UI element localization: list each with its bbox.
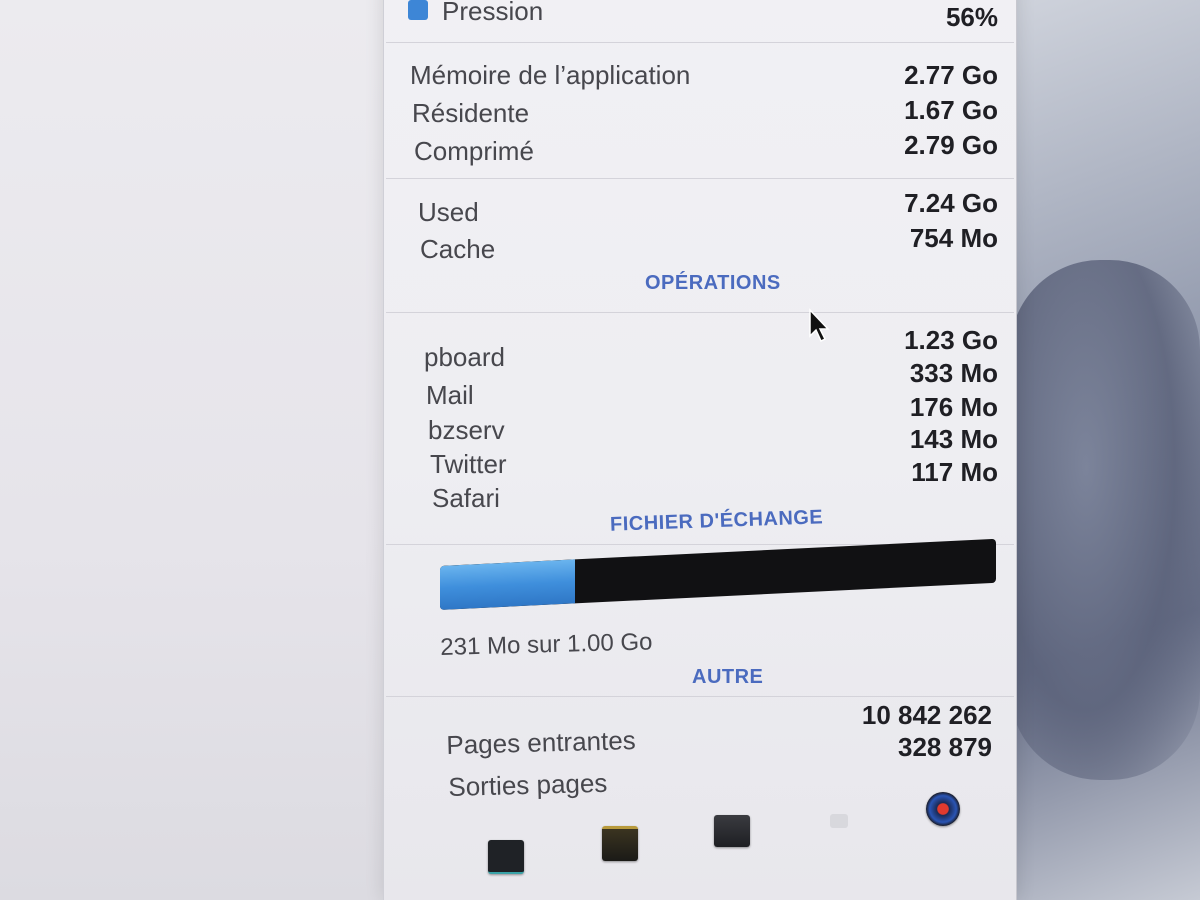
- process-name: Safari: [432, 483, 500, 513]
- pressure-label: Pression: [442, 0, 544, 26]
- background-reflection: [1010, 260, 1200, 780]
- other-section-title: AUTRE: [692, 666, 764, 688]
- process-name: bzserv: [428, 415, 505, 445]
- used-value: 7.24 Go: [904, 188, 998, 218]
- memory-compressed-value: 2.79 Go: [904, 130, 998, 160]
- memory-app-label: Mémoire de l’application: [410, 60, 691, 90]
- divider: [386, 42, 1014, 43]
- process-memory: 333 Mo: [909, 358, 998, 388]
- divider: [386, 696, 1014, 697]
- swap-usage-fill: [440, 559, 576, 610]
- process-memory: 143 Mo: [909, 424, 998, 454]
- pageins-label: Pages entrantes: [446, 725, 637, 760]
- used-label: Used: [418, 197, 479, 227]
- memory-resident-value: 1.67 Go: [904, 95, 998, 125]
- swap-usage-caption: 231 Mo sur 1.00 Go: [440, 628, 653, 661]
- pressure-value: 56%: [945, 2, 998, 32]
- process-name: Mail: [426, 380, 474, 410]
- pageouts-value: 328 879: [898, 732, 992, 762]
- memory-compressed-label: Comprimé: [414, 136, 534, 166]
- divider: [386, 312, 1014, 313]
- process-memory: 117 Mo: [911, 457, 998, 487]
- cache-value: 754 Mo: [909, 223, 998, 253]
- memory-resident-label: Résidente: [412, 98, 530, 128]
- process-memory: 1.23 Go: [904, 325, 998, 355]
- terminal-icon[interactable]: [714, 815, 750, 847]
- desktop-background-left: [0, 0, 385, 900]
- activity-log-icon[interactable]: [602, 826, 638, 861]
- activity-monitor-icon[interactable]: [926, 792, 960, 826]
- pageins-value: 10 842 262: [861, 700, 992, 730]
- mouse-cursor-icon: [809, 308, 830, 343]
- console-icon[interactable]: [488, 840, 524, 874]
- process-name: pboard: [424, 342, 505, 372]
- hidden-app-icon[interactable]: [830, 814, 848, 828]
- operations-section-title: OPÉRATIONS: [645, 272, 781, 294]
- cache-label: Cache: [420, 234, 496, 264]
- pressure-indicator: [408, 0, 428, 20]
- process-name: Twitter: [430, 449, 507, 479]
- pageouts-label: Sorties pages: [448, 767, 608, 802]
- divider: [386, 178, 1014, 179]
- process-memory: 176 Mo: [909, 392, 998, 422]
- memory-app-value: 2.77 Go: [904, 60, 998, 90]
